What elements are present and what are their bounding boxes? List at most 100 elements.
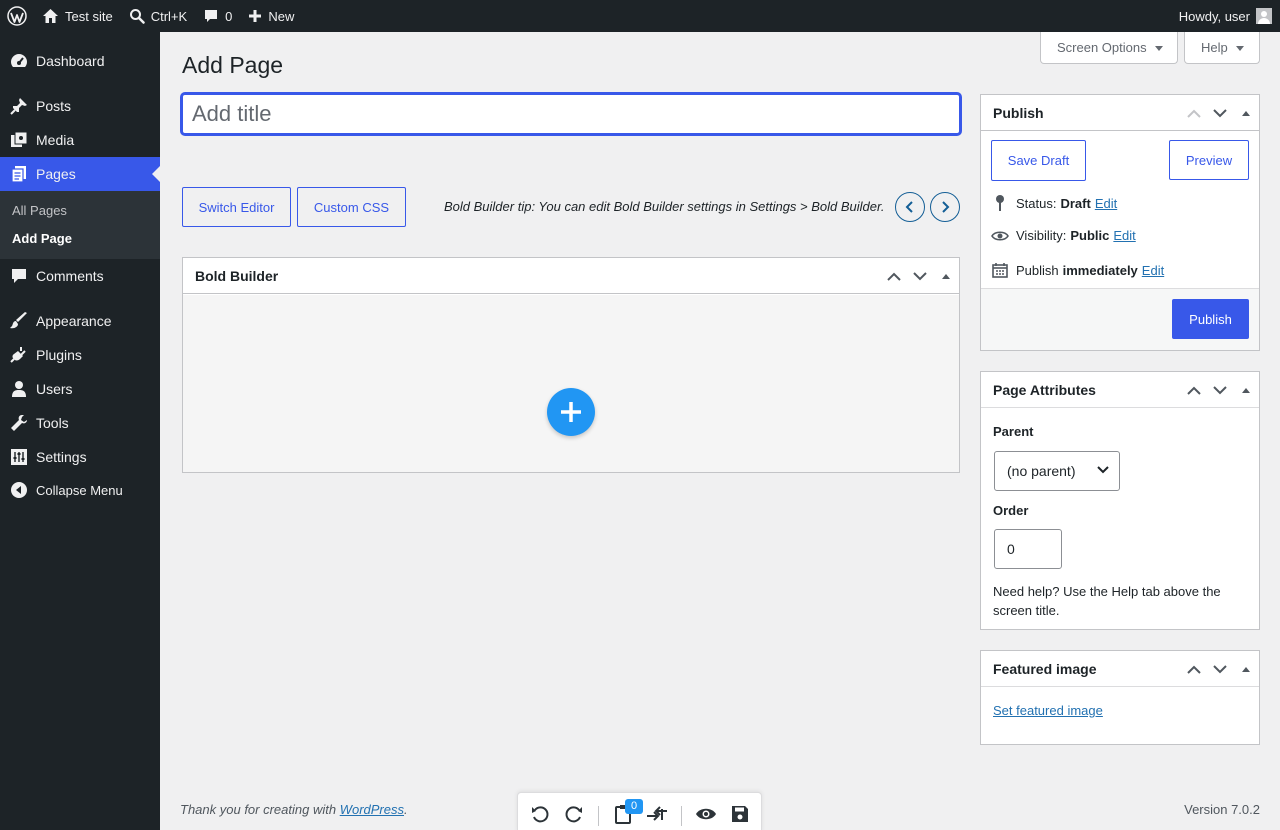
box-controls [1181, 95, 1259, 131]
sidebar-item-label: Comments [36, 268, 104, 284]
my-account-link[interactable]: Howdy, user [1171, 0, 1280, 32]
box-controls [1181, 651, 1259, 687]
sidebar-item-label: Plugins [36, 347, 82, 363]
new-content-link[interactable]: New [240, 0, 302, 32]
submenu-item-add-page[interactable]: Add Page [12, 231, 72, 246]
title-input[interactable] [181, 93, 961, 135]
comments-link[interactable]: 0 [195, 0, 240, 32]
move-down-button[interactable] [907, 258, 933, 294]
wrench-icon [10, 414, 28, 432]
publish-date-label: Publish [1016, 262, 1059, 278]
sidebar-item-posts[interactable]: Posts [0, 89, 160, 123]
sidebar-item-appearance[interactable]: Appearance [0, 304, 160, 338]
edit-publish-date-link[interactable]: Edit [1142, 263, 1164, 278]
status-row: Status: Draft Edit [991, 194, 1117, 212]
sidebar-item-pages[interactable]: Pages [0, 157, 160, 191]
bold-builder-box: Bold Builder [182, 257, 960, 473]
triangle-up-icon [942, 270, 950, 279]
box-controls [1181, 372, 1259, 408]
chevron-down-icon [913, 271, 927, 281]
move-up-button[interactable] [1181, 95, 1207, 131]
plugin-icon [10, 346, 28, 364]
move-button[interactable] [645, 802, 669, 826]
plus-icon [559, 400, 583, 424]
move-up-button[interactable] [881, 258, 907, 294]
sidebar-item-dashboard[interactable]: Dashboard [0, 44, 160, 78]
bold-builder-canvas [183, 295, 959, 472]
search-icon [129, 8, 145, 24]
media-icon [10, 131, 28, 149]
sidebar-item-label: Dashboard [36, 53, 105, 69]
howdy-label: Howdy, user [1178, 8, 1250, 24]
chevron-up-icon [1187, 665, 1201, 674]
tip-prev-button[interactable] [895, 192, 925, 222]
edit-visibility-link[interactable]: Edit [1113, 228, 1135, 243]
new-label: New [268, 8, 295, 24]
toggle-panel-button[interactable] [1233, 372, 1259, 408]
footer-version: Version 7.0.2 [1184, 802, 1260, 817]
help-button[interactable]: Help [1184, 32, 1260, 64]
switch-editor-button[interactable]: Switch Editor [182, 187, 291, 227]
wordpress-link[interactable]: WordPress [340, 802, 404, 817]
box-controls [881, 258, 959, 294]
admin-bar: Test site Ctrl+K 0 New Howdy, user [0, 0, 1280, 32]
chevron-up-icon [1187, 386, 1201, 395]
toggle-panel-button[interactable] [1233, 95, 1259, 131]
sidebar-item-tools[interactable]: Tools [0, 406, 160, 440]
save-button[interactable] [728, 802, 752, 826]
toolbar-divider [681, 806, 682, 826]
sidebar-item-media[interactable]: Media [0, 123, 160, 157]
site-name-link[interactable]: Test site [34, 0, 121, 32]
collapse-menu-label: Collapse Menu [36, 482, 123, 498]
preview-toggle-button[interactable] [694, 802, 718, 826]
toggle-panel-button[interactable] [933, 258, 959, 294]
chevron-down-icon [1097, 466, 1109, 474]
move-up-button[interactable] [1181, 651, 1207, 687]
custom-css-button[interactable]: Custom CSS [297, 187, 406, 227]
command-palette-button[interactable]: Ctrl+K [121, 0, 195, 32]
page-attributes-help: Need help? Use the Help tab above the sc… [993, 584, 1221, 618]
publish-button[interactable]: Publish [1172, 299, 1249, 339]
order-input[interactable]: 0 [994, 529, 1062, 569]
publish-date-value: immediately [1062, 262, 1138, 278]
preview-button[interactable]: Preview [1169, 140, 1249, 180]
move-up-button[interactable] [1181, 372, 1207, 408]
submenu-item-all-pages[interactable]: All Pages [12, 203, 67, 218]
wordpress-logo-icon[interactable] [0, 0, 34, 32]
screen-options-button[interactable]: Screen Options [1040, 32, 1178, 64]
pushpin-icon [10, 97, 28, 115]
edit-status-link[interactable]: Edit [1095, 196, 1117, 211]
sidebar-item-users[interactable]: Users [0, 372, 160, 406]
publish-title: Publish [993, 104, 1044, 121]
sidebar-item-settings[interactable]: Settings [0, 440, 160, 474]
avatar [1256, 8, 1272, 24]
set-featured-image-link[interactable]: Set featured image [993, 703, 1103, 718]
brush-icon [10, 312, 28, 330]
undo-icon [530, 804, 550, 824]
visibility-value: Public [1070, 228, 1110, 243]
tip-next-button[interactable] [930, 192, 960, 222]
collapse-menu-button[interactable]: Collapse Menu [0, 473, 160, 507]
move-down-button[interactable] [1207, 95, 1233, 131]
sidebar-item-label: Tools [36, 415, 69, 431]
move-down-button[interactable] [1207, 372, 1233, 408]
featured-image-title: Featured image [993, 660, 1097, 677]
toggle-panel-button[interactable] [1233, 651, 1259, 687]
bold-builder-tip: Bold Builder tip: You can edit Bold Buil… [444, 199, 885, 214]
parent-select-value: (no parent) [1007, 463, 1076, 479]
move-down-button[interactable] [1207, 651, 1233, 687]
sidebar-item-label: Settings [36, 449, 87, 465]
triangle-up-icon [1242, 107, 1250, 116]
undo-button[interactable] [528, 802, 552, 826]
admin-sidebar: Dashboard Posts Media Pages All Pages Ad… [0, 32, 160, 830]
add-section-button[interactable] [547, 388, 595, 436]
pin-icon [991, 194, 1009, 212]
chevron-right-icon [940, 201, 950, 213]
save-draft-button[interactable]: Save Draft [991, 140, 1086, 181]
sidebar-item-plugins[interactable]: Plugins [0, 338, 160, 372]
sidebar-item-comments[interactable]: Comments [0, 259, 160, 293]
publish-actions: Publish [981, 288, 1259, 350]
bold-builder-title: Bold Builder [195, 267, 279, 284]
redo-button[interactable] [562, 802, 586, 826]
parent-select[interactable]: (no parent) [994, 451, 1120, 491]
